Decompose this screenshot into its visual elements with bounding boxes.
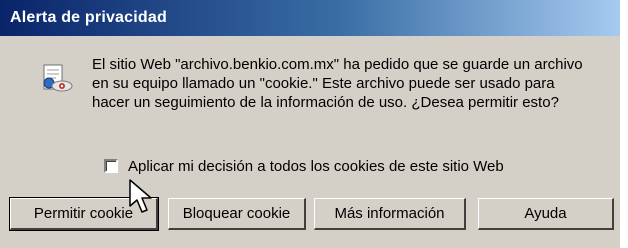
block-cookie-button[interactable]: Bloquear cookie [168,198,306,230]
privacy-cookie-icon [40,62,74,96]
privacy-alert-dialog: Alerta de privacidad El sitio Web "archi… [0,0,620,248]
privacy-message: El sitio Web "archivo.benkio.com.mx" ha … [92,56,583,111]
apply-to-all-checkbox[interactable] [104,159,118,173]
title-bar[interactable]: Alerta de privacidad [0,0,620,36]
mouse-pointer-icon [128,178,158,216]
help-button[interactable]: Ayuda [478,198,614,230]
window-title: Alerta de privacidad [10,9,167,26]
apply-to-all-label[interactable]: Aplicar mi decisión a todos los cookies … [128,158,504,175]
more-info-button[interactable]: Más información [314,198,466,230]
screen-background [620,0,628,248]
